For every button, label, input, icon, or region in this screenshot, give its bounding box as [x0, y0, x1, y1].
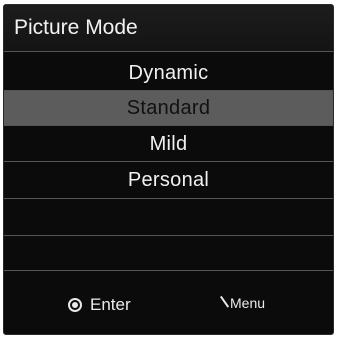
option-standard[interactable]: Standard: [4, 91, 333, 125]
enter-circle-icon: [68, 298, 82, 312]
menu-title: Picture Mode: [4, 5, 333, 51]
option-personal[interactable]: Personal: [4, 163, 333, 197]
option-label: Personal: [127, 169, 210, 191]
footer-divider: [4, 270, 333, 271]
enter-hint: Enter: [68, 295, 131, 315]
option-label: Mild: [149, 133, 188, 155]
option-dynamic[interactable]: Dynamic: [4, 56, 333, 90]
menu-hint: Menu: [216, 295, 265, 311]
menu-label: Menu: [230, 295, 266, 311]
empty-row: [4, 236, 333, 270]
back-slash-icon: [216, 297, 226, 309]
option-mild[interactable]: Mild: [4, 127, 333, 161]
enter-label: Enter: [90, 295, 131, 314]
picture-mode-menu: Picture Mode Dynamic Standard Mild Perso…: [3, 4, 334, 335]
empty-row: [4, 199, 333, 233]
title-divider: [4, 51, 333, 52]
row-divider: [4, 161, 333, 162]
menu-footer: Enter Menu: [4, 273, 333, 334]
option-label: Dynamic: [128, 62, 209, 84]
row-divider: [4, 125, 333, 126]
option-label: Standard: [126, 97, 211, 119]
